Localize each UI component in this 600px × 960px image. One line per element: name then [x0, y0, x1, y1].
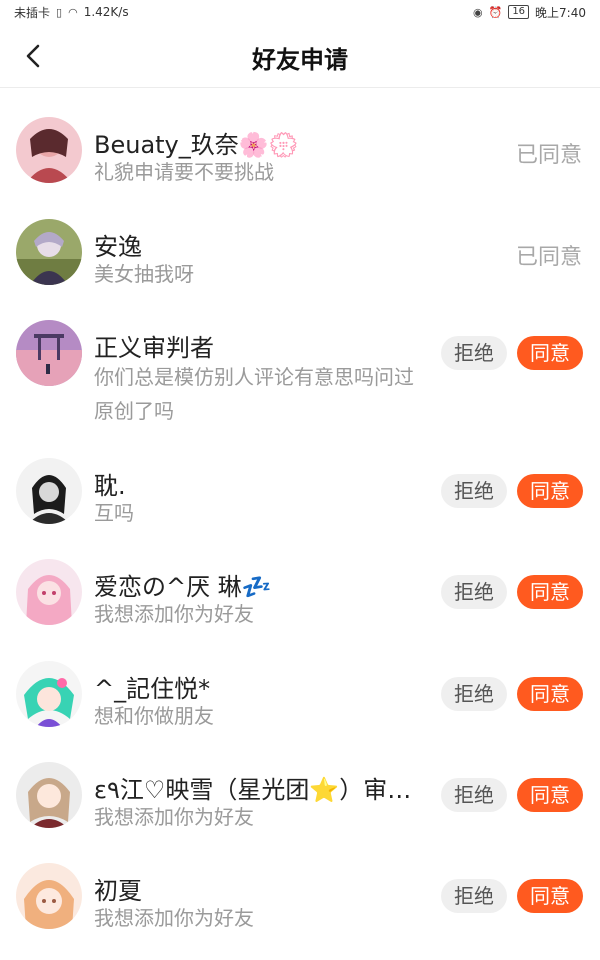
status-bar: 未插卡 ▯ ◠ 1.42K/s ◉ ⏰ 16 晚上7:40 — [0, 0, 600, 24]
reject-button[interactable]: 拒绝 — [441, 474, 507, 508]
request-message: 我想添加你为好友 — [94, 906, 254, 930]
alarm-icon: ⏰ — [488, 5, 503, 19]
avatar[interactable] — [16, 320, 82, 386]
reject-button[interactable]: 拒绝 — [441, 778, 507, 812]
request-message: 你们总是模仿别人评论有意思吗问过原创了吗 — [94, 365, 414, 423]
request-message: 我想添加你为好友 — [94, 602, 254, 626]
agreed-status: 已同意 — [515, 143, 582, 168]
agreed-status: 已同意 — [515, 245, 582, 270]
reject-button[interactable]: 拒绝 — [441, 677, 507, 711]
accept-button[interactable]: 同意 — [517, 677, 583, 711]
request-message: 美女抽我呀 — [94, 262, 194, 286]
clock: 晚上7:40 — [535, 5, 586, 20]
reject-button[interactable]: 拒绝 — [441, 879, 507, 913]
wifi-icon: ◠ — [68, 5, 78, 19]
request-name: 正义审判者 — [94, 334, 214, 362]
request-message: 想和你做朋友 — [94, 704, 214, 728]
avatar[interactable] — [16, 559, 82, 625]
eye-icon: ◉ — [473, 5, 483, 19]
reject-button[interactable]: 拒绝 — [441, 575, 507, 609]
sim-icon: ▯ — [56, 5, 63, 19]
avatar[interactable] — [16, 661, 82, 727]
avatar[interactable] — [16, 762, 82, 828]
avatar[interactable] — [16, 219, 82, 285]
network-speed: 1.42K/s — [83, 5, 129, 19]
avatar[interactable] — [16, 863, 82, 929]
request-message: 我想添加你为好友 — [94, 805, 254, 829]
accept-button[interactable]: 同意 — [517, 778, 583, 812]
header: 好友申请 — [0, 24, 600, 88]
battery-icon: 16 — [508, 5, 530, 19]
accept-button[interactable]: 同意 — [517, 336, 583, 370]
page-title: 好友申请 — [252, 46, 348, 74]
reject-button[interactable]: 拒绝 — [441, 336, 507, 370]
avatar[interactable] — [16, 458, 82, 524]
accept-button[interactable]: 同意 — [517, 575, 583, 609]
avatar[interactable] — [16, 117, 82, 183]
accept-button[interactable]: 同意 — [517, 879, 583, 913]
accept-button[interactable]: 同意 — [517, 474, 583, 508]
request-message: 礼貌申请要不要挑战 — [94, 160, 274, 184]
carrier-label: 未插卡 — [14, 5, 51, 20]
request-message: 互吗 — [94, 501, 134, 525]
